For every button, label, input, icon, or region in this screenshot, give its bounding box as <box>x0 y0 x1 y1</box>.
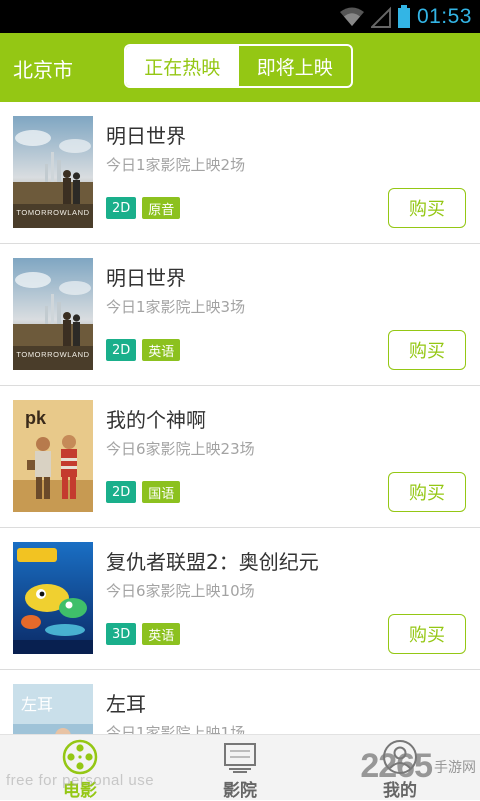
movie-poster[interactable]: TOMORROWLAND <box>13 258 93 370</box>
language-badge: 国语 <box>142 481 181 503</box>
zuoer-poster-image: 左耳 <box>13 684 93 734</box>
buy-button[interactable]: 购买 <box>388 188 466 228</box>
tab-now-showing[interactable]: 正在热映 <box>126 46 239 86</box>
animated-fish-poster-image <box>13 542 93 654</box>
showtime-summary: 今日6家影院上映23场 <box>106 440 255 458</box>
clock: 01:53 <box>416 4 472 28</box>
showtime-summary: 今日6家影院上映10场 <box>106 582 255 600</box>
svg-text:左耳: 左耳 <box>21 695 53 714</box>
nav-cinemas[interactable]: 影院 <box>200 735 280 801</box>
tomorrowland-poster-image: TOMORROWLAND <box>13 116 93 228</box>
battery-icon <box>397 4 410 28</box>
movie-list[interactable]: TOMORROWLAND 明日世界 今日1家影院上映2场 2D 原音 购买 TO… <box>0 102 480 734</box>
movie-title: 左耳 <box>106 692 146 716</box>
movie-tags: 2D 英语 <box>106 339 181 361</box>
language-badge: 英语 <box>142 339 181 361</box>
city-selector[interactable]: 北京市 <box>13 54 73 83</box>
showtime-summary: 今日1家影院上映2场 <box>106 156 246 174</box>
tab-coming-soon[interactable]: 即将上映 <box>239 46 352 86</box>
signal-icon <box>370 6 391 28</box>
dimension-badge: 2D <box>106 339 137 361</box>
site-watermark: 2265 手游网 <box>360 747 476 786</box>
tomorrowland-poster-image: TOMORROWLAND <box>13 258 93 370</box>
movie-row[interactable]: TOMORROWLAND 明日世界 今日1家影院上映3场 2D 英语 购买 <box>0 244 480 386</box>
watermark-number: 2265 <box>360 747 433 785</box>
movie-tags: 2D 国语 <box>106 481 181 503</box>
watermark-text: free for personal use <box>6 772 155 789</box>
nav-movies[interactable]: 电影 <box>40 735 120 801</box>
buy-button[interactable]: 购买 <box>388 472 466 512</box>
movie-row[interactable]: TOMORROWLAND 明日世界 今日1家影院上映2场 2D 原音 购买 <box>0 102 480 244</box>
wifi-icon <box>339 7 364 26</box>
svg-text:pk: pk <box>25 408 47 428</box>
movie-poster[interactable] <box>13 542 93 654</box>
pk-poster-image: pk <box>13 400 93 512</box>
dimension-badge: 2D <box>106 481 137 503</box>
dimension-badge: 2D <box>106 197 137 219</box>
watermark-site-name: 手游网 <box>434 759 476 776</box>
language-badge: 原音 <box>142 197 181 219</box>
movie-title: 复仇者联盟2：奥创纪元 <box>106 550 319 574</box>
movie-row[interactable]: 左耳 左耳 今日1家影院上映1场 <box>0 670 480 734</box>
dimension-badge: 3D <box>106 623 137 645</box>
movie-tags: 2D 原音 <box>106 197 181 219</box>
movie-poster[interactable]: pk <box>13 400 93 512</box>
svg-text:TOMORROWLAND: TOMORROWLAND <box>16 208 89 217</box>
nav-cinemas-label: 影院 <box>223 781 257 801</box>
movie-row[interactable]: pk 我的个神啊 今日6家影院上映23场 2D 国语 购买 <box>0 386 480 528</box>
movie-title: 明日世界 <box>106 124 186 148</box>
showtime-summary: 今日1家影院上映1场 <box>106 724 246 734</box>
language-badge: 英语 <box>142 623 181 645</box>
status-bar: 01:53 <box>0 0 480 33</box>
movie-row[interactable]: 复仇者联盟2：奥创纪元 今日6家影院上映10场 3D 英语 购买 <box>0 528 480 670</box>
buy-button[interactable]: 购买 <box>388 614 466 654</box>
movie-title: 我的个神啊 <box>106 408 206 432</box>
cinema-screen-icon <box>224 743 256 773</box>
buy-button[interactable]: 购买 <box>388 330 466 370</box>
status-icons: 01:53 <box>339 3 472 30</box>
movie-tags: 3D 英语 <box>106 623 181 645</box>
showtime-summary: 今日1家影院上映3场 <box>106 298 246 316</box>
svg-text:TOMORROWLAND: TOMORROWLAND <box>16 350 89 359</box>
movie-poster[interactable]: 左耳 <box>13 684 93 734</box>
movie-title: 明日世界 <box>106 266 186 290</box>
movie-poster[interactable]: TOMORROWLAND <box>13 116 93 228</box>
app-header: 北京市 正在热映 即将上映 <box>0 33 480 102</box>
movie-status-tabs: 正在热映 即将上映 <box>124 44 353 88</box>
film-reel-icon <box>62 739 98 775</box>
